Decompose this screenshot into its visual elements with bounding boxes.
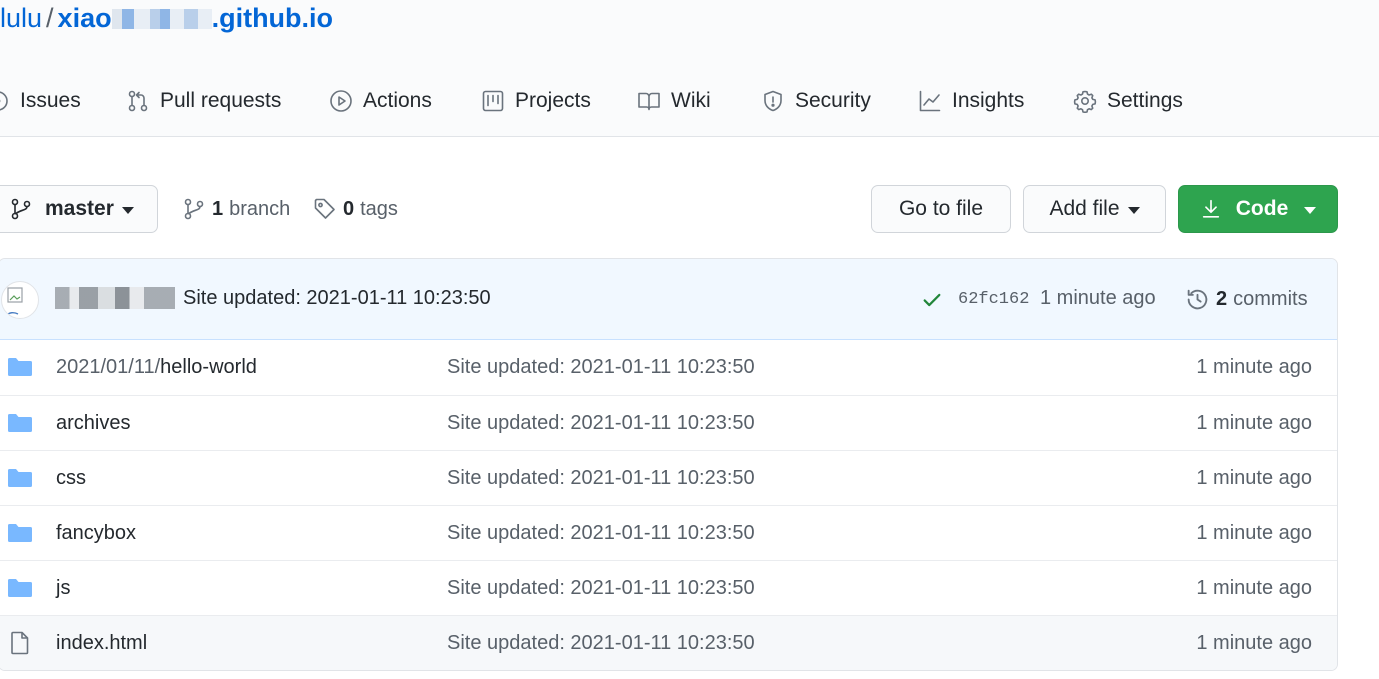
git-pull-request-icon xyxy=(128,90,148,112)
tab-insights[interactable]: Insights xyxy=(918,78,1024,124)
file-icon xyxy=(11,631,29,655)
branches-link[interactable]: 1 branch xyxy=(182,195,290,223)
chevron-down-icon xyxy=(1127,206,1140,214)
graph-icon xyxy=(919,90,941,112)
tag-count: 0 xyxy=(343,197,355,220)
folder-icon xyxy=(8,469,32,487)
download-icon xyxy=(1202,199,1219,218)
tab-settings[interactable]: Settings xyxy=(1073,78,1183,124)
file-name-link[interactable]: archives xyxy=(56,412,130,435)
file-name-link[interactable]: fancybox xyxy=(56,522,136,545)
table-row[interactable]: archives Site updated: 2021-01-11 10:23:… xyxy=(0,395,1337,450)
file-commit-message[interactable]: Site updated: 2021-01-11 10:23:50 xyxy=(447,522,755,545)
table-row[interactable]: 2021/01/11/hello-world Site updated: 202… xyxy=(0,340,1337,395)
file-commit-message[interactable]: Site updated: 2021-01-11 10:23:50 xyxy=(447,632,755,655)
avatar[interactable] xyxy=(1,281,39,319)
broken-image-icon xyxy=(5,287,23,317)
chevron-down-icon xyxy=(1304,206,1317,214)
redacted-author-name xyxy=(55,287,175,309)
file-table: Site updated: 2021-01-11 10:23:50 62fc16… xyxy=(0,258,1338,671)
tab-security[interactable]: Security xyxy=(761,78,871,124)
commit-count-text: commits xyxy=(1233,287,1308,310)
tab-insights-label: Insights xyxy=(952,89,1025,112)
folder-icon xyxy=(8,358,32,376)
repo-name-start: xiao xyxy=(57,3,112,33)
tab-wiki[interactable]: Wiki xyxy=(637,78,711,124)
tab-settings-label: Settings xyxy=(1107,89,1183,112)
folder-icon xyxy=(8,524,32,542)
branch-select-button[interactable]: master xyxy=(0,185,158,233)
gear-icon xyxy=(1073,90,1097,113)
file-commit-message[interactable]: Site updated: 2021-01-11 10:23:50 xyxy=(447,412,755,435)
file-name-link[interactable]: js xyxy=(56,577,70,600)
table-row[interactable]: index.html Site updated: 2021-01-11 10:2… xyxy=(0,615,1337,670)
code-button[interactable]: Code xyxy=(1178,185,1338,233)
branch-select-label: master xyxy=(45,197,114,220)
file-time: 1 minute ago xyxy=(1196,522,1312,544)
tab-actions-label: Actions xyxy=(363,89,432,112)
latest-commit-bar: Site updated: 2021-01-11 10:23:50 62fc16… xyxy=(0,259,1337,340)
tab-issues[interactable]: Issues xyxy=(0,78,81,124)
repo-name-link[interactable]: xiao .github.io xyxy=(58,3,334,33)
file-name-link[interactable]: index.html xyxy=(56,632,147,655)
table-row[interactable]: fancybox Site updated: 2021-01-11 10:23:… xyxy=(0,505,1337,560)
branch-text: branch xyxy=(229,197,291,220)
tab-wiki-label: Wiki xyxy=(671,89,711,112)
file-path-prefix: 2021/01/11/ xyxy=(56,356,161,378)
file-commit-message[interactable]: Site updated: 2021-01-11 10:23:50 xyxy=(447,577,755,600)
repo-header: lulu / xiao .github.io Issues Pull requests… xyxy=(0,0,1379,137)
project-icon xyxy=(482,90,504,112)
file-name: hello-world xyxy=(160,356,257,378)
repo-separator: / xyxy=(46,3,54,33)
commit-count: 2 xyxy=(1216,287,1228,310)
table-row[interactable]: css Site updated: 2021-01-11 10:23:50 1 … xyxy=(0,450,1337,505)
history-icon xyxy=(1187,289,1208,309)
tag-icon xyxy=(314,198,335,219)
table-row[interactable]: js Site updated: 2021-01-11 10:23:50 1 m… xyxy=(0,560,1337,615)
commit-time: 1 minute ago xyxy=(1040,287,1156,309)
git-branch-icon xyxy=(11,198,31,220)
book-icon xyxy=(638,92,660,111)
tab-security-label: Security xyxy=(795,89,871,112)
repo-title: lulu / xiao .github.io xyxy=(0,1,333,35)
shield-icon xyxy=(764,90,782,112)
tab-projects-label: Projects xyxy=(515,89,591,112)
file-commit-message[interactable]: Site updated: 2021-01-11 10:23:50 xyxy=(447,356,755,379)
file-commit-message[interactable]: Site updated: 2021-01-11 10:23:50 xyxy=(447,467,755,490)
tab-pull-requests[interactable]: Pull requests xyxy=(126,78,281,124)
commit-sha-link[interactable]: 62fc162 xyxy=(958,290,1029,309)
latest-commit-message[interactable]: Site updated: 2021-01-11 10:23:50 xyxy=(183,287,491,310)
file-time: 1 minute ago xyxy=(1196,577,1312,599)
tab-projects[interactable]: Projects xyxy=(481,78,591,124)
issue-opened-icon xyxy=(0,91,8,111)
tags-link[interactable]: 0 tags xyxy=(313,195,398,223)
file-name-link[interactable]: 2021/01/11/hello-world xyxy=(56,356,257,379)
git-branch-icon xyxy=(184,198,204,220)
folder-icon xyxy=(8,579,32,597)
folder-icon xyxy=(8,414,32,432)
play-icon xyxy=(330,90,352,112)
code-button-label: Code xyxy=(1235,197,1289,220)
file-time: 1 minute ago xyxy=(1196,412,1312,434)
file-time: 1 minute ago xyxy=(1196,356,1312,378)
add-file-label: Add file xyxy=(1049,197,1120,220)
repo-owner-link[interactable]: lulu xyxy=(0,3,42,33)
add-file-button[interactable]: Add file xyxy=(1023,185,1166,233)
branch-count: 1 xyxy=(212,197,224,220)
chevron-down-icon xyxy=(121,206,134,214)
go-to-file-button[interactable]: Go to file xyxy=(871,185,1011,233)
tab-pull-requests-label: Pull requests xyxy=(160,89,282,112)
tab-actions[interactable]: Actions xyxy=(329,78,432,124)
file-time: 1 minute ago xyxy=(1196,632,1312,654)
repo-name-end: .github.io xyxy=(211,3,334,33)
tab-issues-label: Issues xyxy=(20,89,81,112)
commits-link[interactable]: 2 commits xyxy=(1185,285,1308,313)
redacted-name-segment xyxy=(111,9,212,29)
check-icon[interactable] xyxy=(921,289,943,311)
file-time: 1 minute ago xyxy=(1196,467,1312,489)
tag-text: tags xyxy=(360,197,398,220)
file-name-link[interactable]: css xyxy=(56,467,86,490)
